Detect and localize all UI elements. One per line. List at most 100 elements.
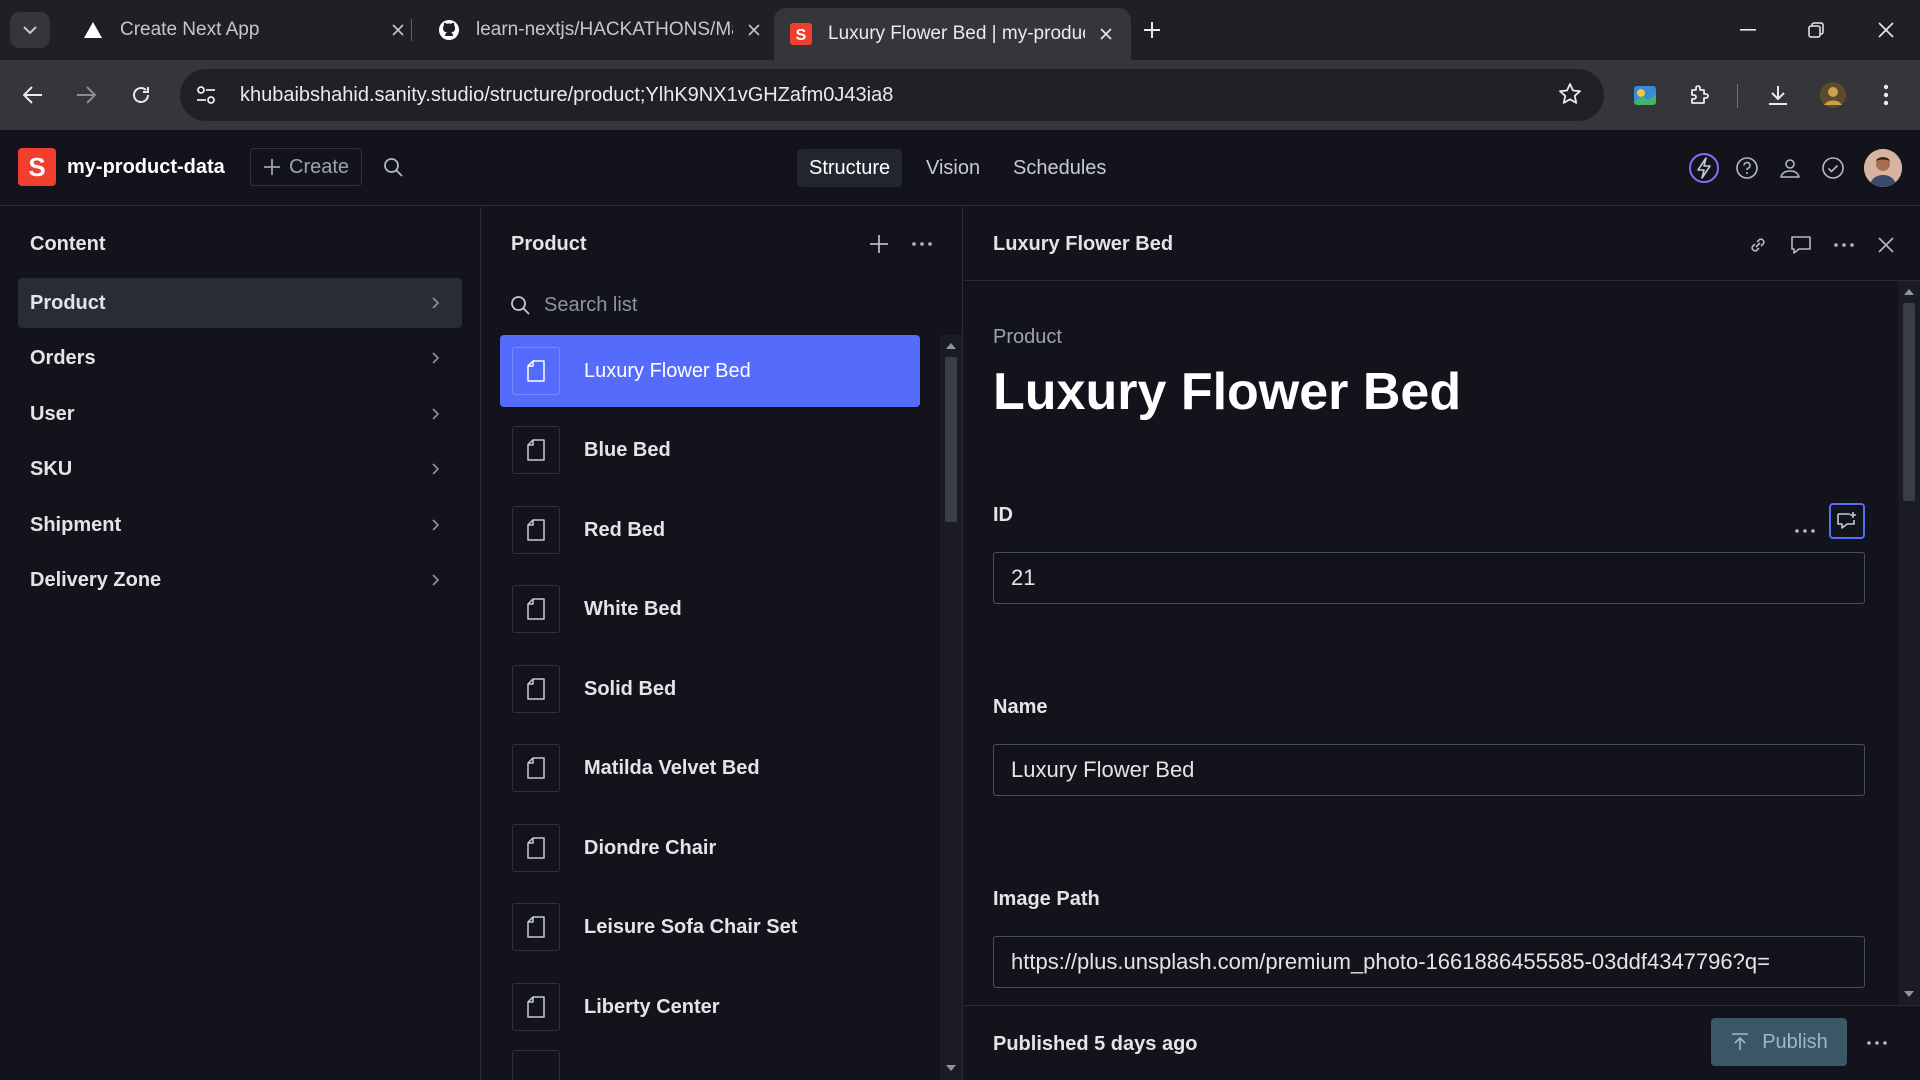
list-item[interactable]: Diondre Chair	[500, 812, 920, 884]
browser-menu-icon[interactable]	[1868, 77, 1904, 113]
search-icon[interactable]	[380, 154, 406, 180]
chevron-right-icon	[428, 460, 444, 478]
browser-toolbar: khubaibshahid.sanity.studio/structure/pr…	[0, 60, 1920, 130]
tool-tab-schedules[interactable]: Schedules	[1001, 149, 1118, 187]
nav-item-shipment[interactable]: Shipment	[18, 500, 462, 550]
list-menu-button[interactable]	[906, 229, 938, 259]
scroll-up-arrow[interactable]	[946, 343, 956, 349]
list-item[interactable]: Luxury Flower Bed	[500, 335, 920, 407]
restore-button[interactable]	[1782, 0, 1850, 60]
publish-upload-icon	[1732, 1033, 1749, 1050]
comment-icon[interactable]	[1785, 229, 1817, 261]
list-item[interactable]: Solid Bed	[500, 653, 920, 725]
nav-item-label: User	[30, 402, 75, 425]
id-field[interactable]: 21	[993, 552, 1865, 604]
document-icon	[512, 744, 560, 792]
scroll-thumb[interactable]	[945, 357, 957, 522]
address-bar[interactable]: khubaibshahid.sanity.studio/structure/pr…	[180, 69, 1604, 121]
add-comment-icon[interactable]	[1829, 503, 1865, 539]
scroll-down-arrow[interactable]	[946, 1065, 956, 1071]
tool-tab-structure[interactable]: Structure	[797, 149, 903, 187]
forward-button[interactable]	[68, 77, 104, 113]
search-list-input[interactable]: Search list	[510, 287, 930, 323]
document-icon	[512, 903, 560, 951]
image-path-field[interactable]: https://plus.unsplash.com/premium_photo-…	[993, 936, 1865, 988]
nav-item-label: SKU	[30, 457, 73, 480]
extensions-puzzle-icon[interactable]	[1681, 77, 1717, 113]
list-item-label: Leisure Sofa Chair Set	[584, 915, 798, 938]
list-item[interactable]: Leisure Sofa Chair Set	[500, 891, 920, 963]
browser-tab-github[interactable]: learn-nextjs/HACKATHONS/Ma	[422, 8, 779, 52]
window-close-button[interactable]	[1852, 0, 1920, 60]
site-info-icon[interactable]	[184, 73, 228, 117]
users-icon[interactable]	[1774, 152, 1806, 184]
nav-item-delivery-zone[interactable]: Delivery Zone	[18, 555, 462, 605]
close-icon[interactable]	[1095, 23, 1117, 45]
nav-item-sku[interactable]: SKU	[18, 444, 462, 494]
publish-button[interactable]: Publish	[1711, 1018, 1847, 1066]
list-item-label: White Bed	[584, 597, 682, 620]
name-field[interactable]: Luxury Flower Bed	[993, 744, 1865, 796]
list-item-label: Blue Bed	[584, 438, 671, 461]
url-text[interactable]: khubaibshahid.sanity.studio/structure/pr…	[240, 84, 893, 107]
help-icon[interactable]	[1731, 152, 1763, 184]
list-item[interactable]: Liberty Center	[500, 971, 920, 1043]
bolt-icon[interactable]	[1688, 152, 1720, 184]
document-icon	[512, 506, 560, 554]
list-scrollbar[interactable]	[940, 335, 962, 1080]
link-icon[interactable]	[1742, 229, 1774, 261]
list-item[interactable]: Red Bed	[500, 494, 920, 566]
chevron-down-icon	[23, 25, 37, 34]
list-item[interactable]: Blue Bed	[500, 414, 920, 486]
document-icon	[512, 665, 560, 713]
list-item[interactable]: White Bed	[500, 573, 920, 645]
project-name[interactable]: my-product-data	[67, 156, 225, 179]
document-footer: Published 5 days ago Publish	[964, 1005, 1920, 1080]
download-icon[interactable]	[1760, 77, 1796, 113]
back-button[interactable]	[15, 77, 51, 113]
minimize-button[interactable]	[1714, 0, 1782, 60]
nav-item-user[interactable]: User	[18, 389, 462, 439]
tasks-check-icon[interactable]	[1817, 152, 1849, 184]
list-item-partial[interactable]	[500, 1050, 920, 1080]
pane-title: Content	[30, 233, 106, 255]
close-icon[interactable]	[1870, 229, 1902, 261]
close-icon[interactable]	[387, 19, 409, 41]
list-item[interactable]: Matilda Velvet Bed	[500, 732, 920, 804]
scroll-up-arrow[interactable]	[1904, 289, 1914, 295]
scroll-down-arrow[interactable]	[1904, 991, 1914, 997]
nav-item-product[interactable]: Product	[18, 278, 462, 328]
sanity-icon: S	[790, 23, 812, 45]
more-actions-icon[interactable]	[1862, 1028, 1892, 1058]
document-icon	[512, 1050, 560, 1080]
list-item-label: Red Bed	[584, 518, 666, 541]
nav-item-orders[interactable]: Orders	[18, 333, 462, 383]
chevron-right-icon	[428, 571, 444, 589]
more-horizontal-icon[interactable]	[1828, 229, 1860, 261]
bookmark-star-icon[interactable]	[1558, 82, 1582, 111]
create-button[interactable]: Create	[250, 148, 363, 186]
tool-tab-vision[interactable]: Vision	[914, 149, 992, 187]
close-icon	[1878, 22, 1894, 38]
reload-button[interactable]	[123, 77, 159, 113]
extension-colorful-icon[interactable]	[1627, 77, 1663, 113]
document-pane: Luxury Flower Bed Product Luxury Flower …	[964, 207, 1920, 1080]
chevron-right-icon	[428, 349, 444, 367]
document-scrollbar[interactable]	[1898, 281, 1920, 1005]
sanity-logo[interactable]: S	[18, 148, 56, 186]
new-tab-button[interactable]	[1135, 12, 1169, 48]
browser-tab-create-next-app[interactable]: Create Next App	[66, 8, 423, 52]
field-actions-icon[interactable]	[1792, 518, 1818, 544]
nav-item-label: Shipment	[30, 513, 122, 536]
user-avatar[interactable]	[1864, 149, 1902, 187]
create-document-button[interactable]	[863, 229, 895, 259]
profile-avatar-icon[interactable]	[1815, 77, 1851, 113]
field-label-image-path: Image Path	[993, 888, 1100, 910]
tab-search-button[interactable]	[10, 12, 50, 48]
close-icon[interactable]	[743, 19, 765, 41]
chevron-right-icon	[428, 405, 444, 423]
list-item-label: Solid Bed	[584, 677, 677, 700]
browser-tab-active[interactable]: S Luxury Flower Bed | my-product	[774, 8, 1131, 60]
scroll-thumb[interactable]	[1903, 303, 1915, 501]
chevron-right-icon	[428, 516, 444, 534]
